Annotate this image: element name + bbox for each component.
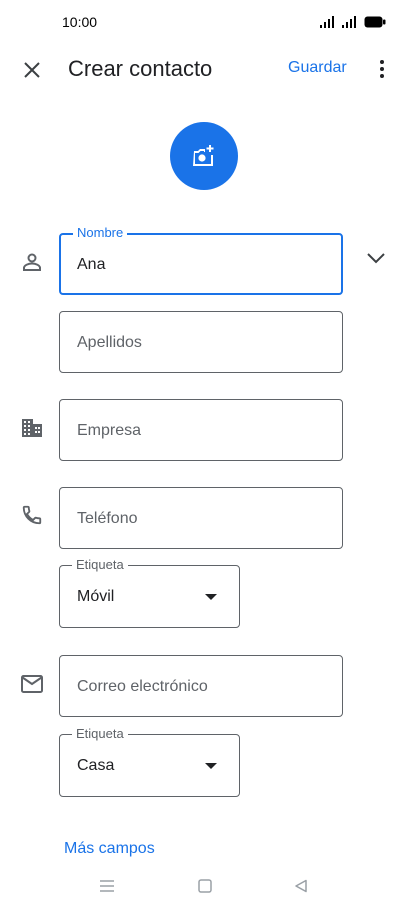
phone-label-select[interactable]: Etiqueta Móvil xyxy=(59,557,240,628)
page-title: Crear contacto xyxy=(68,56,213,81)
phone-icon xyxy=(20,503,44,527)
phone-label-caption: Etiqueta xyxy=(72,557,128,572)
person-icon xyxy=(20,250,44,274)
add-photo-icon xyxy=(193,145,214,166)
nav-back-icon xyxy=(295,879,307,893)
phone-label-value: Móvil xyxy=(77,588,115,605)
more-options-button[interactable] xyxy=(372,56,392,82)
email-field[interactable]: Correo electrónico xyxy=(59,655,343,717)
business-icon xyxy=(20,416,44,440)
company-placeholder: Empresa xyxy=(77,422,142,439)
save-button[interactable]: Guardar xyxy=(288,59,347,77)
close-icon xyxy=(24,62,40,78)
more-vert-icon xyxy=(380,60,384,64)
nav-home-button[interactable] xyxy=(194,872,216,900)
email-icon xyxy=(20,672,44,696)
signal-icon-2 xyxy=(342,16,356,28)
nav-home-icon xyxy=(198,879,212,893)
email-label-caption: Etiqueta xyxy=(72,726,128,741)
dropdown-arrow-icon xyxy=(205,763,217,769)
company-field[interactable]: Empresa xyxy=(59,399,343,461)
last-name-field[interactable]: Apellidos xyxy=(59,311,343,373)
nav-back-button[interactable] xyxy=(290,872,312,900)
nav-menu-icon xyxy=(100,880,114,892)
first-name-value: Ana xyxy=(77,256,106,273)
email-placeholder: Correo electrónico xyxy=(77,678,208,695)
more-fields-link[interactable]: Más campos xyxy=(64,840,155,858)
battery-icon xyxy=(364,16,386,28)
status-icons xyxy=(320,14,386,30)
expand-name-button[interactable] xyxy=(362,246,390,270)
last-name-placeholder: Apellidos xyxy=(77,334,142,351)
nav-menu-button[interactable] xyxy=(96,872,118,900)
email-label-select[interactable]: Etiqueta Casa xyxy=(59,726,240,797)
first-name-field[interactable]: Nombre Ana xyxy=(59,225,343,295)
signal-icon xyxy=(320,16,334,28)
phone-field[interactable]: Teléfono xyxy=(59,487,343,549)
chevron-down-icon xyxy=(367,253,385,264)
phone-placeholder: Teléfono xyxy=(77,510,138,527)
status-time: 10:00 xyxy=(62,14,98,30)
dropdown-arrow-icon xyxy=(205,594,217,600)
email-label-value: Casa xyxy=(77,757,115,774)
close-button[interactable] xyxy=(18,56,46,84)
add-photo-button[interactable] xyxy=(170,122,238,190)
first-name-label: Nombre xyxy=(73,225,128,240)
